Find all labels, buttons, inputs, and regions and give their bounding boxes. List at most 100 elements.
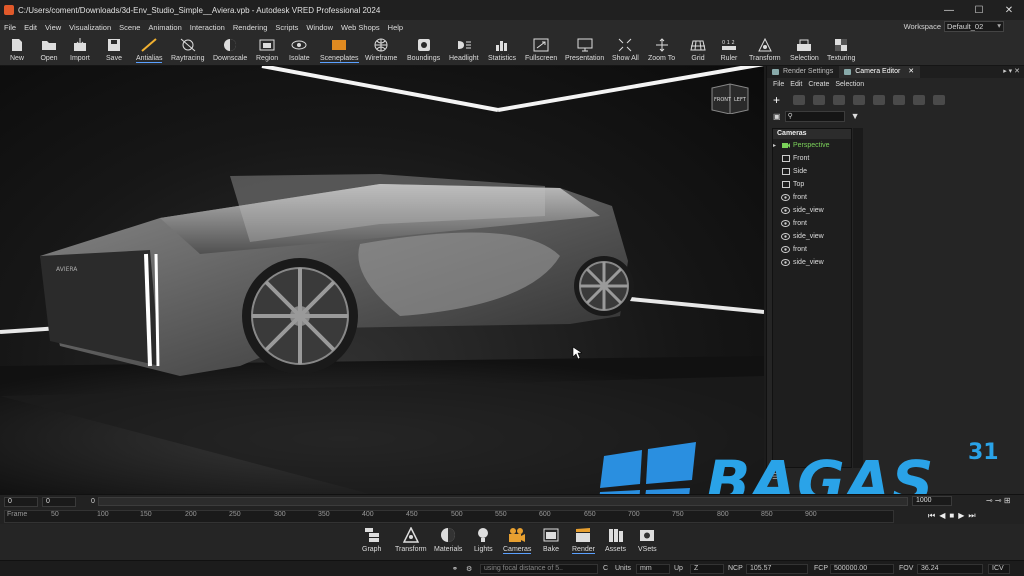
grid-button[interactable]: Grid xyxy=(689,34,707,66)
bake-button[interactable]: Bake xyxy=(542,526,560,560)
camera-tool-icon[interactable] xyxy=(813,94,825,105)
menu-edit[interactable]: Edit xyxy=(20,23,41,32)
fov-field[interactable]: 36.24 xyxy=(917,564,983,574)
statistics-button[interactable]: Statistics xyxy=(488,34,516,66)
camera-tool-icon[interactable] xyxy=(833,94,845,105)
play-icon[interactable]: ▶ xyxy=(958,511,964,521)
materials-button[interactable]: Materials xyxy=(434,526,462,560)
camera-tool-icon[interactable] xyxy=(933,94,945,105)
menu-web-shops[interactable]: Web Shops xyxy=(337,23,384,32)
menu-scene[interactable]: Scene xyxy=(115,23,144,32)
close-button[interactable]: ✕ xyxy=(994,0,1024,20)
panel-menu-icon[interactable]: ▸ ▾ ✕ xyxy=(1003,66,1020,78)
rp-menu-edit[interactable]: Edit xyxy=(790,81,802,88)
menu-window[interactable]: Window xyxy=(302,23,337,32)
lights-button[interactable]: Lights xyxy=(474,526,493,560)
texturing-button[interactable]: Texturing xyxy=(827,34,855,66)
isolate-button[interactable]: Isolate xyxy=(289,34,310,66)
presentation-button[interactable]: Presentation xyxy=(565,34,604,66)
maximize-button[interactable]: ☐ xyxy=(964,0,994,20)
link-icon[interactable]: ⚭ xyxy=(452,565,458,573)
camera-tool-icon[interactable] xyxy=(913,94,925,105)
close-tab-icon[interactable]: ✕ xyxy=(908,68,914,75)
rp-menu-selection[interactable]: Selection xyxy=(835,81,864,88)
splitter-handle[interactable] xyxy=(853,128,863,468)
zoom-to-button[interactable]: Zoom To xyxy=(648,34,675,66)
skip-start-icon[interactable]: ⏮ xyxy=(928,511,935,521)
panel-list-icon[interactable]: ☰ xyxy=(772,472,779,481)
boundings-button[interactable]: Boundings xyxy=(407,34,440,66)
cameras-button[interactable]: Cameras xyxy=(503,526,532,560)
raytracing-button[interactable]: Raytracing xyxy=(171,34,204,66)
camera-tool-icon[interactable] xyxy=(873,94,885,105)
vsets-button[interactable]: VSets xyxy=(638,526,657,560)
menu-view[interactable]: View xyxy=(41,23,65,32)
menu-interaction[interactable]: Interaction xyxy=(186,23,229,32)
camera-node-front-4[interactable]: front xyxy=(773,243,851,256)
camera-node-front-2[interactable]: front xyxy=(773,191,851,204)
tab-camera-editor[interactable]: Camera Editor ✕ xyxy=(839,66,921,78)
menu-animation[interactable]: Animation xyxy=(144,23,185,32)
timeline-slider[interactable]: 0 xyxy=(91,497,908,506)
add-camera-icon[interactable]: + xyxy=(773,94,785,106)
region-button[interactable]: Region xyxy=(256,34,278,66)
units-dropdown[interactable]: mm xyxy=(636,564,670,574)
show-all-button[interactable]: Show All xyxy=(612,34,639,66)
camera-node-front[interactable]: Front xyxy=(773,152,851,165)
camera-tool-icon[interactable] xyxy=(853,94,865,105)
clear-icon[interactable]: C xyxy=(603,565,608,572)
minimize-button[interactable]: — xyxy=(934,0,964,20)
menu-file[interactable]: File xyxy=(0,23,20,32)
settings-icon[interactable]: ⚙ xyxy=(466,565,472,573)
new-button[interactable]: New xyxy=(8,34,26,66)
tab-render-settings[interactable]: Render Settings xyxy=(767,66,839,78)
ncp-field[interactable]: 105.57 xyxy=(746,564,808,574)
transform-button[interactable]: Transform xyxy=(749,34,781,66)
timeline-tools-icon[interactable]: ⊸ ⊸ ⊞ xyxy=(986,496,1011,505)
up-axis-dropdown[interactable]: Z xyxy=(690,564,724,574)
icv-button[interactable]: ICV xyxy=(988,564,1010,574)
open-button[interactable]: Open xyxy=(40,34,58,66)
camera-node-side[interactable]: Side xyxy=(773,165,851,178)
downscale-button[interactable]: Downscale xyxy=(213,34,247,66)
timeline-current-field[interactable]: 0 xyxy=(42,496,76,507)
assets-button[interactable]: Assets xyxy=(605,526,626,560)
transform-module-button[interactable]: Transform xyxy=(395,526,427,560)
menu-rendering[interactable]: Rendering xyxy=(229,23,272,32)
tree-options-icon[interactable]: ▣ xyxy=(773,112,781,121)
camera-node-side-view-3[interactable]: side_view xyxy=(773,256,851,269)
camera-node-top[interactable]: Top xyxy=(773,178,851,191)
camera-node-side-view-2[interactable]: side_view xyxy=(773,230,851,243)
fcp-field[interactable]: 500000.00 xyxy=(830,564,894,574)
antialias-button[interactable]: Antialias xyxy=(136,34,163,66)
import-button[interactable]: Import xyxy=(70,34,90,66)
timeline-start-field[interactable]: 0 xyxy=(4,496,38,507)
render-viewport[interactable]: AVIERA FRONT LEFT xyxy=(0,66,764,494)
timeline-end-field[interactable]: 1000 xyxy=(912,496,952,506)
wireframe-button[interactable]: Wireframe xyxy=(365,34,397,66)
camera-node-perspective[interactable]: ▸ Perspective xyxy=(773,139,851,152)
selection-button[interactable]: Selection xyxy=(790,34,819,66)
rp-menu-file[interactable]: File xyxy=(773,81,784,88)
camera-node-front-3[interactable]: front xyxy=(773,217,851,230)
camera-tool-icon[interactable] xyxy=(893,94,905,105)
stop-icon[interactable]: ■ xyxy=(949,511,954,521)
play-back-icon[interactable]: ◀ xyxy=(939,511,945,521)
ruler-button[interactable]: 0 1 2 Ruler xyxy=(720,34,738,66)
expand-arrow-icon[interactable]: ▸ xyxy=(773,142,781,149)
headlight-button[interactable]: Headlight xyxy=(449,34,479,66)
filter-icon[interactable]: ▼ xyxy=(851,111,860,121)
menu-visualization[interactable]: Visualization xyxy=(65,23,115,32)
timeline-ruler[interactable]: Frame 50 100 150 200 250 300 350 400 450… xyxy=(4,510,894,523)
save-button[interactable]: Save xyxy=(105,34,123,66)
camera-tool-icon[interactable] xyxy=(793,94,805,105)
graph-button[interactable]: Graph xyxy=(362,526,381,560)
camera-node-side-view[interactable]: side_view xyxy=(773,204,851,217)
render-button[interactable]: Render xyxy=(572,526,595,560)
skip-end-icon[interactable]: ⏭ xyxy=(968,511,975,521)
menu-scripts[interactable]: Scripts xyxy=(271,23,302,32)
workspace-dropdown[interactable]: Default_02 xyxy=(944,21,1004,32)
camera-search-input[interactable]: ⚲ xyxy=(784,110,845,122)
sceneplates-button[interactable]: Sceneplates xyxy=(320,34,359,66)
rp-menu-create[interactable]: Create xyxy=(808,81,829,88)
